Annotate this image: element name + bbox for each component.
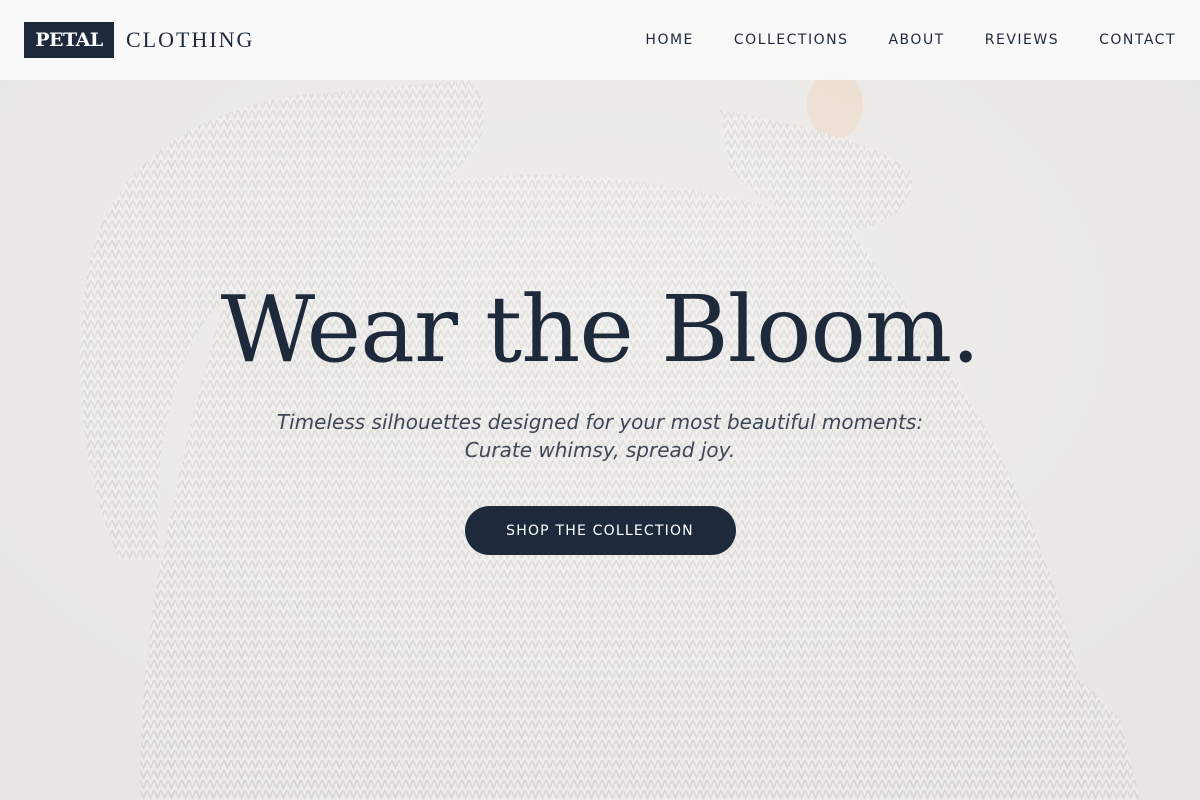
nav-link-about[interactable]: ABOUT bbox=[888, 32, 944, 48]
nav-link-contact[interactable]: CONTACT bbox=[1099, 32, 1176, 48]
hero-section: Wear the Bloom. Timeless silhouettes des… bbox=[0, 270, 1200, 555]
landing-page: PETAL CLOTHING HOME COLLECTIONS ABOUT RE… bbox=[0, 0, 1200, 800]
site-header: PETAL CLOTHING HOME COLLECTIONS ABOUT RE… bbox=[0, 0, 1200, 80]
logo-mark: PETAL bbox=[24, 22, 114, 58]
main-nav: HOME COLLECTIONS ABOUT REVIEWS CONTACT bbox=[605, 32, 1176, 48]
hero-subtitle: Timeless silhouettes designed for your m… bbox=[0, 408, 1200, 464]
nav-link-collections[interactable]: COLLECTIONS bbox=[734, 32, 849, 48]
shop-collection-button[interactable]: SHOP THE COLLECTION bbox=[464, 506, 736, 555]
hero-subtitle-line-2: Curate whimsy, spread joy. bbox=[464, 438, 736, 462]
nav-link-reviews[interactable]: REVIEWS bbox=[985, 32, 1059, 48]
hero-subtitle-line-1: Timeless silhouettes designed for your m… bbox=[276, 410, 924, 434]
hero-title: Wear the Bloom. bbox=[220, 276, 981, 383]
nav-link-home[interactable]: HOME bbox=[645, 32, 693, 48]
brand-logo[interactable]: PETAL CLOTHING bbox=[24, 22, 254, 58]
logo-wordmark: CLOTHING bbox=[126, 27, 255, 52]
